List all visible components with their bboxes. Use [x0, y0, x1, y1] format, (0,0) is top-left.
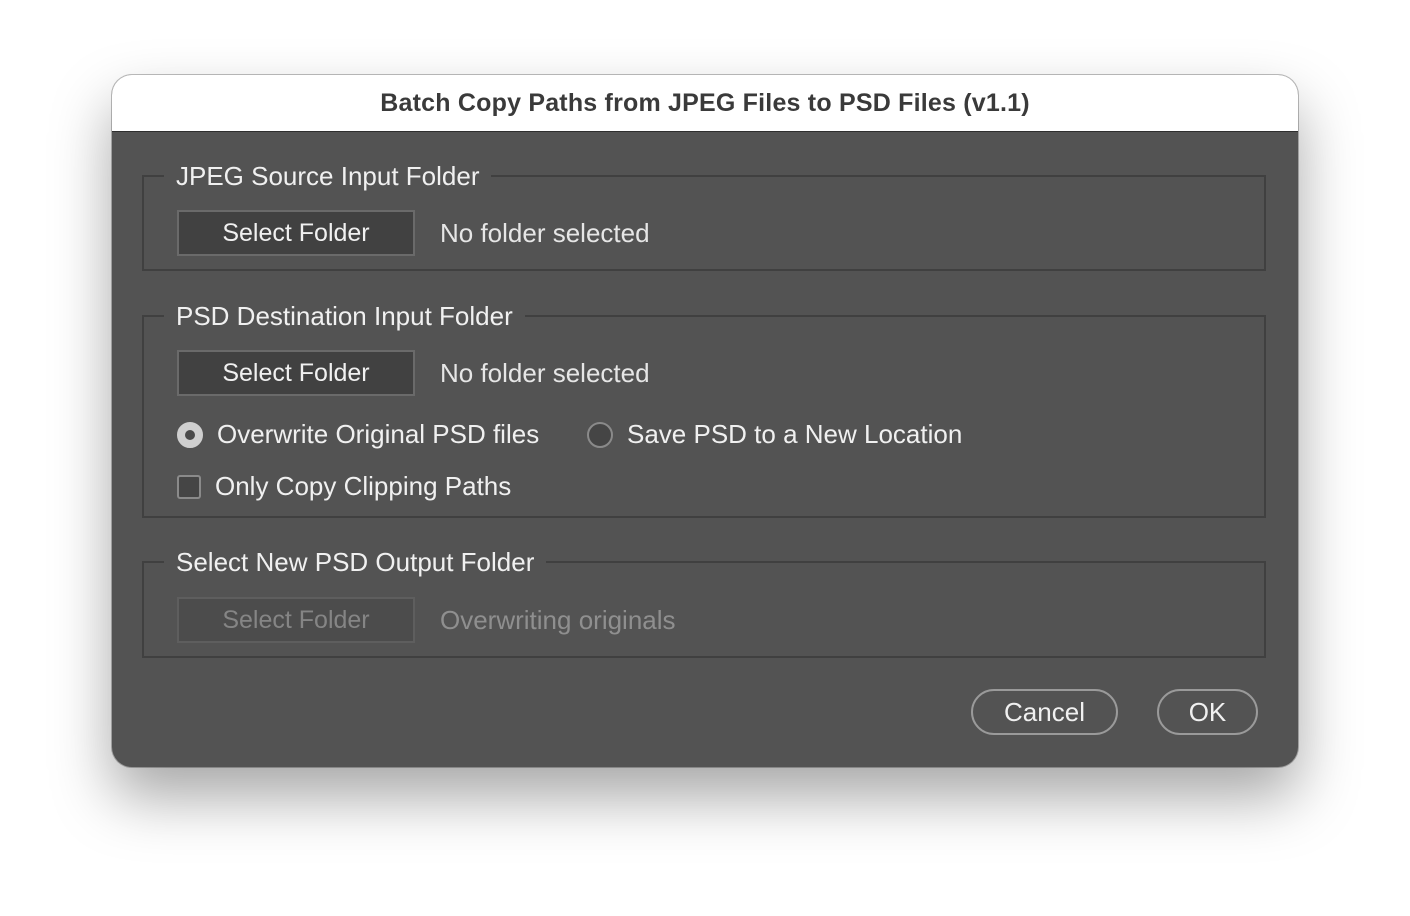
select-source-folder-button[interactable]: Select Folder — [177, 210, 415, 256]
title-bar[interactable]: Batch Copy Paths from JPEG Files to PSD … — [112, 75, 1298, 132]
psd-destination-legend: PSD Destination Input Folder — [164, 299, 525, 333]
jpeg-source-legend: JPEG Source Input Folder — [164, 159, 492, 193]
save-new-location-radio[interactable]: Save PSD to a New Location — [587, 419, 962, 450]
output-folder-status: Overwriting originals — [440, 604, 676, 635]
dialog-title: Batch Copy Paths from JPEG Files to PSD … — [380, 88, 1030, 117]
psd-output-legend: Select New PSD Output Folder — [164, 545, 547, 579]
cancel-button[interactable]: Cancel — [971, 689, 1118, 735]
overwrite-original-radio[interactable]: Overwrite Original PSD files — [177, 419, 539, 450]
overwrite-original-label: Overwrite Original PSD files — [217, 419, 540, 449]
jpeg-source-group: JPEG Source Input Folder Select Folder N… — [142, 159, 1266, 271]
only-copy-clipping-paths-checkbox[interactable]: Only Copy Clipping Paths — [177, 471, 511, 502]
source-folder-status: No folder selected — [440, 217, 650, 248]
save-new-location-label: Save PSD to a New Location — [627, 419, 963, 449]
radio-unselected-icon[interactable] — [587, 421, 613, 448]
dialog-window: Batch Copy Paths from JPEG Files to PSD … — [112, 75, 1298, 767]
ok-button[interactable]: OK — [1157, 689, 1258, 735]
only-copy-clipping-paths-label: Only Copy Clipping Paths — [215, 471, 512, 501]
checkbox-unchecked-icon[interactable] — [177, 474, 201, 499]
radio-selected-icon[interactable] — [177, 421, 203, 448]
psd-output-group: Select New PSD Output Folder Select Fold… — [142, 545, 1266, 658]
select-destination-folder-button[interactable]: Select Folder — [177, 350, 415, 396]
destination-folder-status: No folder selected — [440, 357, 650, 388]
psd-destination-group: PSD Destination Input Folder Select Fold… — [142, 299, 1266, 518]
select-output-folder-button: Select Folder — [177, 597, 415, 643]
